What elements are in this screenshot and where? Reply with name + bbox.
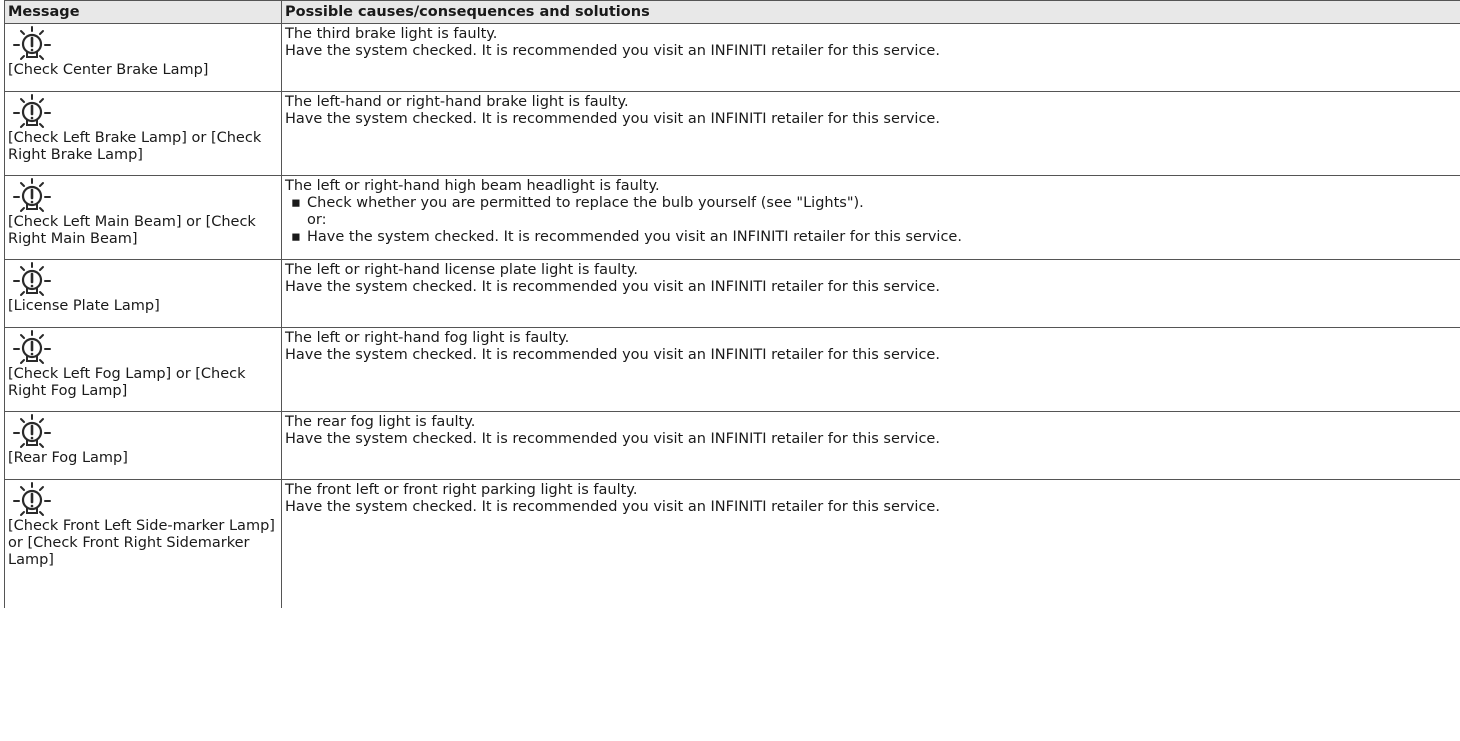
solution-text: Have the system checked. It is recommend… bbox=[285, 279, 940, 295]
description-cell: The left or right-hand fog light is faul… bbox=[281, 327, 1460, 412]
message-cell: [License Plate Lamp] bbox=[4, 259, 282, 328]
table-row: [Check Left Fog Lamp] or [Check Right Fo… bbox=[4, 327, 1460, 412]
bullet-item: ▪ Check whether you are permitted to repl… bbox=[285, 195, 1457, 212]
description-cell: The rear fog light is faulty. Have the s… bbox=[281, 411, 1460, 480]
message-cell: [Check Left Main Beam] or [Check Right M… bbox=[4, 175, 282, 260]
cause-text: The left or right-hand high beam headlig… bbox=[285, 178, 660, 194]
solution-text: Have the system checked. It is recommend… bbox=[285, 431, 940, 447]
table-row: [Check Left Brake Lamp] or [Check Right … bbox=[4, 91, 1460, 176]
message-label: [Check Center Brake Lamp] bbox=[8, 62, 209, 78]
table-row: [Check Center Brake Lamp] The third brak… bbox=[4, 23, 1460, 92]
solution-text: Have the system checked. It is recommend… bbox=[285, 43, 940, 59]
message-label: [Check Left Main Beam] or [Check Right M… bbox=[8, 214, 256, 247]
description-cell: The left or right-hand high beam headlig… bbox=[281, 175, 1460, 260]
message-label: [Rear Fog Lamp] bbox=[8, 450, 128, 466]
message-cell: [Check Left Fog Lamp] or [Check Right Fo… bbox=[4, 327, 282, 412]
lamp-warning-icon bbox=[12, 26, 52, 61]
solution-text: Have the system checked. It is recommend… bbox=[285, 111, 940, 127]
solution-text: Have the system checked. It is recommend… bbox=[285, 499, 940, 515]
bullet-text: Check whether you are permitted to repla… bbox=[307, 195, 864, 211]
lamp-warning-icon bbox=[12, 94, 52, 129]
lamp-warning-icon bbox=[12, 330, 52, 365]
table-row: [License Plate Lamp] The left or right-h… bbox=[4, 259, 1460, 328]
header-message: Message bbox=[4, 0, 282, 24]
lamp-warning-icon bbox=[12, 482, 52, 517]
solution-text: Have the system checked. It is recommend… bbox=[285, 347, 940, 363]
message-cell: [Check Center Brake Lamp] bbox=[4, 23, 282, 92]
bullet-text: Have the system checked. It is recommend… bbox=[307, 229, 962, 245]
table-row: [Check Left Main Beam] or [Check Right M… bbox=[4, 175, 1460, 260]
header-causes-solutions: Possible causes/consequences and solutio… bbox=[281, 0, 1460, 24]
description-cell: The left or right-hand license plate lig… bbox=[281, 259, 1460, 328]
message-label: [Check Left Fog Lamp] or [Check Right Fo… bbox=[8, 366, 246, 399]
message-cell: [Check Front Left Side-marker Lamp] or [… bbox=[4, 479, 282, 608]
description-cell: The third brake light is faulty. Have th… bbox=[281, 23, 1460, 92]
or-text: or: bbox=[307, 212, 327, 228]
lamp-warning-icon bbox=[12, 262, 52, 297]
bullet-icon: ▪ bbox=[291, 195, 301, 211]
cause-text: The left or right-hand license plate lig… bbox=[285, 262, 639, 278]
bullet-icon: ▪ bbox=[291, 229, 301, 245]
message-table: Message Possible causes/consequences and… bbox=[4, 0, 1460, 608]
message-label: [Check Front Left Side-marker Lamp] or [… bbox=[8, 518, 275, 568]
table-header-row: Message Possible causes/consequences and… bbox=[4, 0, 1460, 24]
cause-text: The left or right-hand fog light is faul… bbox=[285, 330, 570, 346]
description-cell: The front left or front right parking li… bbox=[281, 479, 1460, 608]
table-row: [Rear Fog Lamp] The rear fog light is fa… bbox=[4, 411, 1460, 480]
bullet-item: ▪ Have the system checked. It is recommen… bbox=[285, 229, 1457, 246]
cause-text: The third brake light is faulty. bbox=[285, 26, 498, 42]
lamp-warning-icon bbox=[12, 178, 52, 213]
table-row: [Check Front Left Side-marker Lamp] or [… bbox=[4, 479, 1460, 608]
message-label: [License Plate Lamp] bbox=[8, 298, 160, 314]
description-cell: The left-hand or right-hand brake light … bbox=[281, 91, 1460, 176]
message-cell: [Check Left Brake Lamp] or [Check Right … bbox=[4, 91, 282, 176]
message-cell: [Rear Fog Lamp] bbox=[4, 411, 282, 480]
cause-text: The rear fog light is faulty. bbox=[285, 414, 476, 430]
cause-text: The left-hand or right-hand brake light … bbox=[285, 94, 629, 110]
cause-text: The front left or front right parking li… bbox=[285, 482, 638, 498]
lamp-warning-icon bbox=[12, 414, 52, 449]
message-label: [Check Left Brake Lamp] or [Check Right … bbox=[8, 130, 262, 163]
